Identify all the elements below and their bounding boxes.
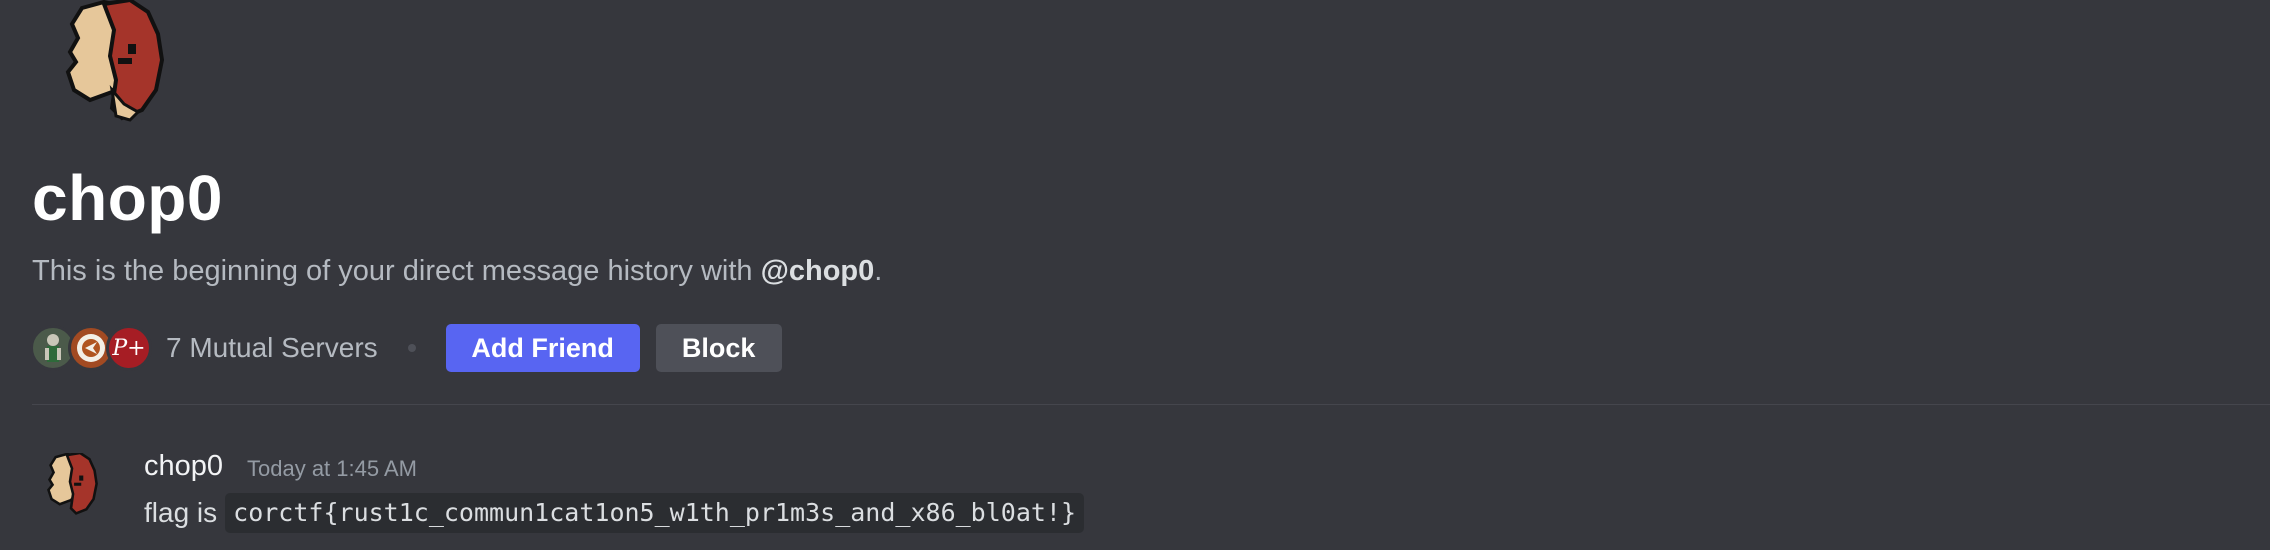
add-friend-button[interactable]: Add Friend (445, 324, 640, 372)
block-button[interactable]: Block (655, 324, 782, 372)
profile-actions: P+ 7 Mutual Servers Add Friend Block (30, 323, 782, 373)
message-avatar-image (47, 451, 98, 515)
profile-name: chop0 (32, 162, 223, 234)
server-icon-pplus[interactable]: P+ (106, 325, 152, 371)
intro-suffix: . (874, 255, 883, 287)
message-inline-code: corctf{rust1c_commun1cat1on5_w1th_pr1m3s… (225, 493, 1085, 533)
intro-prefix: This is the beginning of your direct mes… (32, 255, 761, 287)
message-content: flag is corctf{rust1c_commun1cat1on5_w1t… (144, 493, 1085, 533)
message-timestamp: Today at 1:45 AM (247, 456, 417, 481)
intro-text: This is the beginning of your direct mes… (32, 253, 882, 289)
mutual-servers-icons[interactable]: P+ (30, 325, 152, 371)
separator-dot (407, 344, 416, 352)
message-author[interactable]: chop0 (144, 449, 223, 483)
message-avatar[interactable] (40, 451, 102, 517)
profile-avatar-image (65, 0, 165, 122)
profile-avatar[interactable] (52, 0, 172, 125)
intro-handle[interactable]: @chop0 (761, 255, 875, 287)
dm-page: chop0 This is the beginning of your dire… (0, 0, 2270, 550)
pplus-glyph: P+ (112, 335, 146, 361)
divider (32, 404, 2270, 405)
message-text: flag is (144, 497, 218, 528)
mutual-servers-link[interactable]: 7 Mutual Servers (166, 332, 378, 364)
